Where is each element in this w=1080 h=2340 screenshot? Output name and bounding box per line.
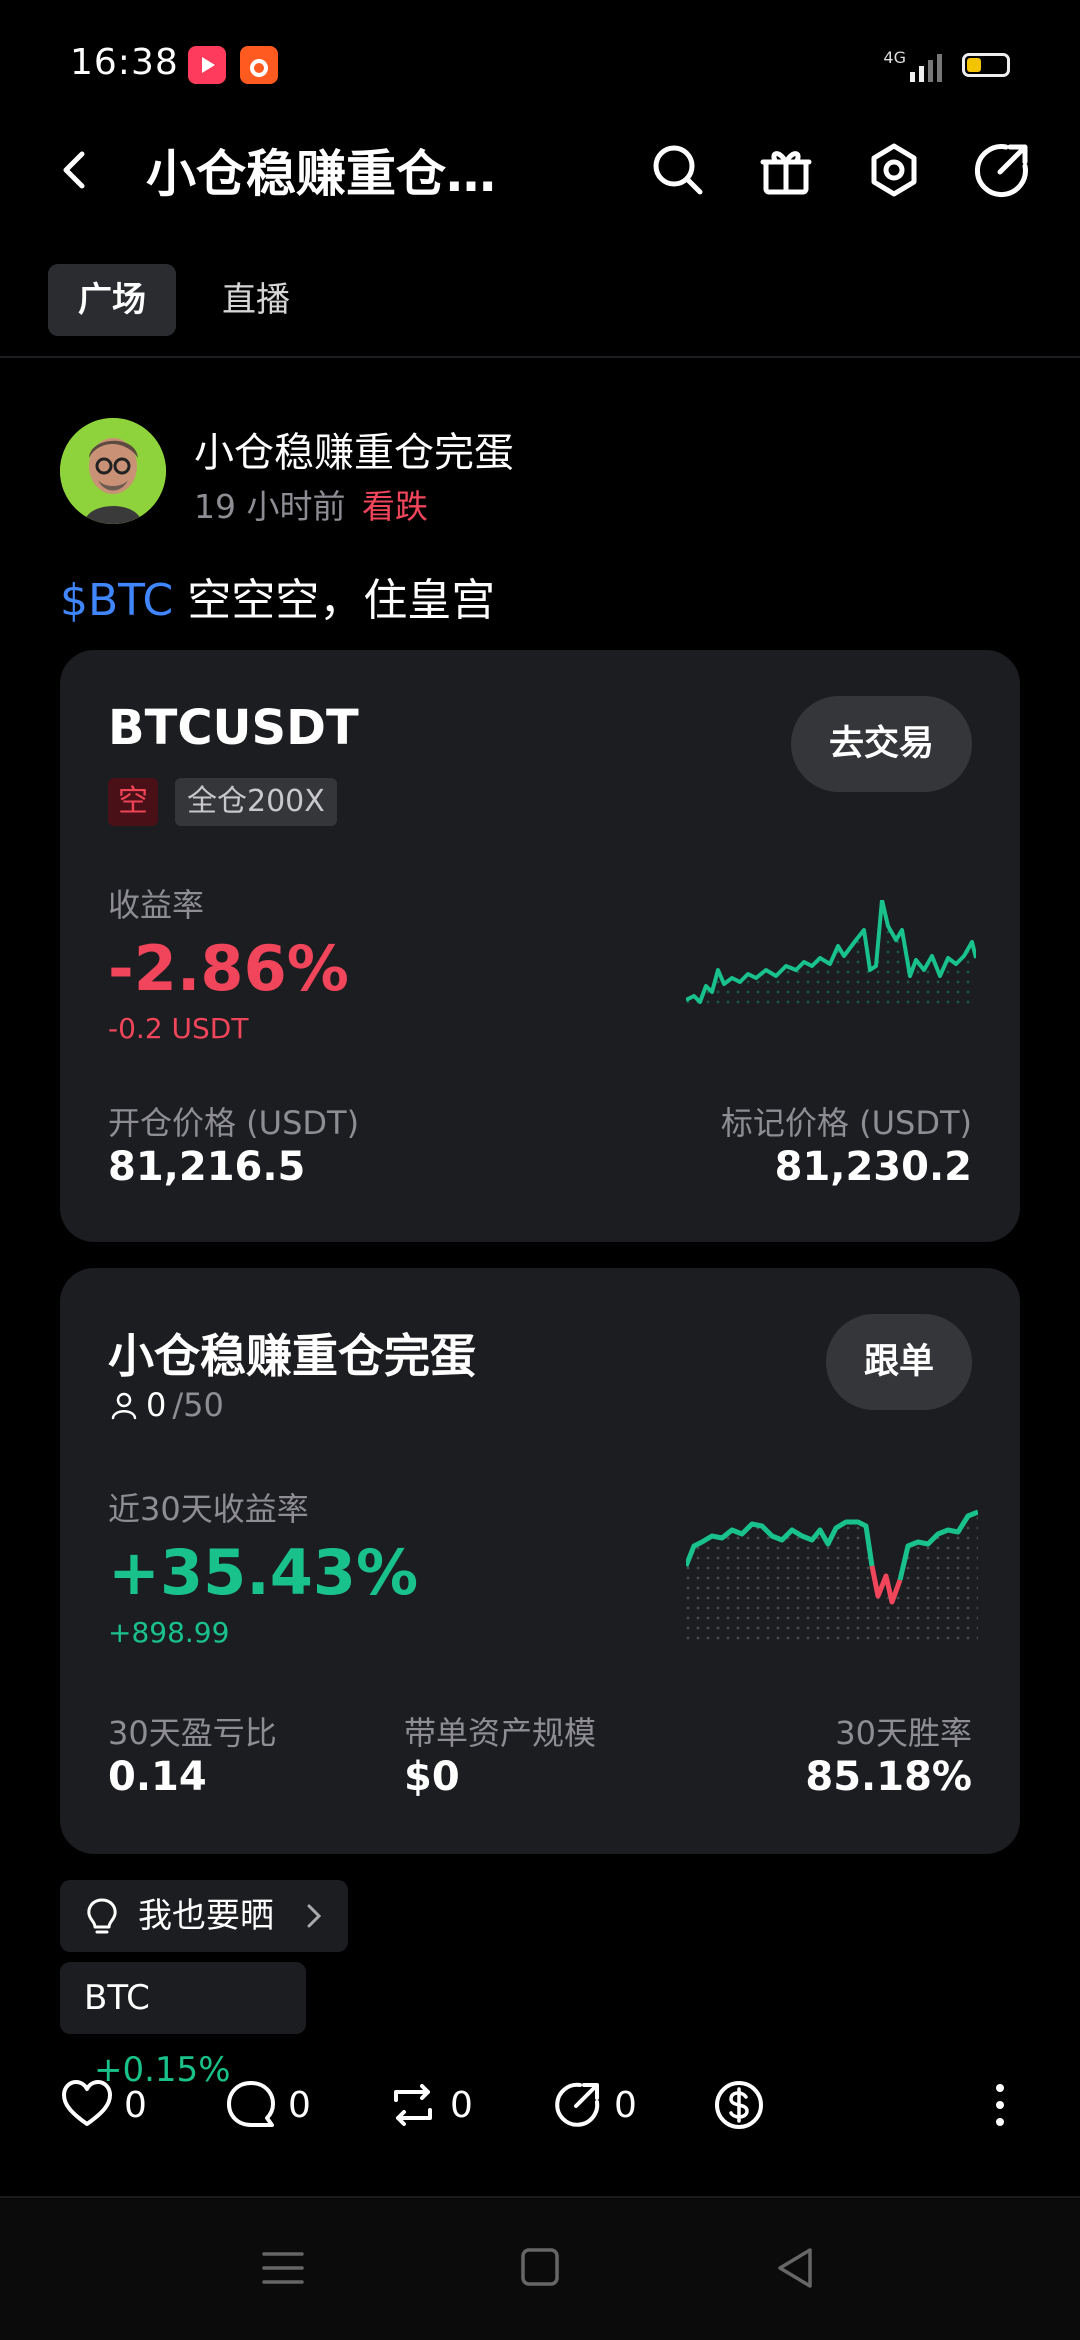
comment-icon: [227, 2081, 275, 2127]
battery-icon: [962, 53, 1010, 77]
page-title: 小仓稳赚重仓…: [146, 145, 496, 203]
ticker-tag-link[interactable]: $BTC: [60, 575, 173, 626]
aum-value: $0: [404, 1754, 460, 1800]
trader-card[interactable]: 小仓稳赚重仓完蛋 0/50 跟单 近30天收益率 +35.43% +898.99…: [60, 1268, 1020, 1854]
search-button[interactable]: [646, 138, 710, 202]
back-triangle-icon[interactable]: [774, 2246, 816, 2290]
like-count: 0: [124, 2084, 147, 2126]
copy-trade-button[interactable]: 跟单: [825, 1314, 972, 1410]
settings-button[interactable]: [862, 138, 926, 202]
repost-button[interactable]: 0: [386, 2070, 473, 2140]
post-actions: 0 0 0 0: [60, 2070, 1020, 2140]
symbol: BTCUSDT: [108, 700, 359, 756]
home-icon[interactable]: [520, 2246, 560, 2288]
followers-current: 0: [146, 1386, 167, 1424]
trade-button[interactable]: 去交易: [790, 696, 972, 792]
open-price-label: 开仓价格 (USDT): [108, 1104, 360, 1142]
avatar[interactable]: [60, 418, 166, 524]
user-icon: [111, 1392, 137, 1420]
signal-icon: 4G: [883, 48, 942, 82]
repost-count: 0: [450, 2084, 473, 2126]
video-app-icon: [188, 46, 226, 84]
shopping-app-icon: [240, 46, 278, 84]
pnl-value: +898.99: [108, 1616, 230, 1649]
comment-count: 0: [288, 2084, 311, 2126]
like-button[interactable]: 0: [60, 2070, 147, 2140]
roi-label: 近30天收益率: [108, 1490, 309, 1528]
system-nav-bar: [0, 2196, 1080, 2340]
tab-square[interactable]: 广场: [48, 264, 176, 336]
tab-live[interactable]: 直播: [192, 264, 320, 336]
pnl-percent: -2.86%: [108, 932, 349, 1005]
ticker-chip[interactable]: BTC +0.15%: [60, 1962, 306, 2090]
author-name[interactable]: 小仓稳赚重仓完蛋: [194, 420, 514, 478]
repost-icon: [394, 2084, 432, 2126]
side-badge: 空: [108, 778, 158, 826]
more-vertical-icon: [996, 2084, 1004, 2126]
share-icon: [555, 2082, 600, 2127]
chevron-right-icon: [307, 1904, 322, 1928]
lightbulb-icon: [87, 1898, 117, 1934]
winrate-value: 85.18%: [805, 1754, 972, 1800]
roi-value: +35.43%: [108, 1536, 419, 1609]
share-position-button[interactable]: 我也要晒: [60, 1880, 348, 1952]
share-post-button[interactable]: 0: [550, 2070, 637, 2140]
top-bar: 小仓稳赚重仓…: [0, 120, 1080, 220]
settings-icon: [871, 143, 917, 197]
gift-icon: [760, 151, 812, 195]
status-right: 4G: [883, 48, 1010, 82]
dollar-icon: [715, 2081, 763, 2129]
position-card[interactable]: BTCUSDT 空 全仓200X 去交易 收益率 -2.86% -0.2 USD…: [60, 650, 1020, 1242]
trader-name: 小仓稳赚重仓完蛋: [108, 1329, 476, 1383]
ratio-label: 30天盈亏比: [108, 1714, 277, 1752]
mark-price-label: 标记价格 (USDT): [720, 1104, 972, 1142]
price-sparkline: [686, 900, 976, 1010]
heart-icon: [62, 2080, 112, 2126]
share-label: 我也要晒: [138, 1896, 274, 1936]
leverage-badge: 全仓200X: [175, 778, 337, 826]
menu-icon[interactable]: [262, 2248, 304, 2288]
open-price: 81,216.5: [108, 1144, 306, 1190]
tab-bar: 广场 直播: [48, 264, 320, 336]
back-button[interactable]: [48, 142, 104, 198]
winrate-label: 30天胜率: [835, 1714, 972, 1752]
pnl-amount: -0.2 USDT: [108, 1012, 249, 1045]
post-text: $BTC 空空空，住皇宫: [60, 564, 495, 628]
share-button[interactable]: [970, 138, 1034, 202]
ratio-value: 0.14: [108, 1754, 207, 1800]
share-count: 0: [614, 2084, 637, 2126]
status-time: 16:38: [70, 42, 179, 83]
search-icon: [653, 145, 703, 195]
chevron-left-icon: [63, 151, 85, 189]
comment-button[interactable]: 0: [224, 2070, 311, 2140]
roi-sparkline: [686, 1509, 978, 1640]
status-bar: 16:38 4G: [0, 0, 1080, 130]
followers-count: 0/50: [108, 1386, 224, 1424]
post-time: 19 小时前: [194, 487, 346, 526]
post-header: 小仓稳赚重仓完蛋 19 小时前 看跌: [60, 418, 1020, 528]
network-type: 4G: [883, 48, 906, 67]
gift-button[interactable]: [754, 138, 818, 202]
aum-label: 带单资产规模: [404, 1714, 597, 1752]
pnl-label: 收益率: [108, 886, 205, 924]
followers-max: /50: [172, 1386, 224, 1424]
ticker-name: BTC: [84, 1978, 150, 2018]
divider: [0, 356, 1080, 358]
sentiment-badge: 看跌: [362, 487, 428, 526]
mark-price: 81,230.2: [774, 1144, 972, 1190]
post-body: 空空空，住皇宫: [173, 575, 496, 626]
more-button[interactable]: [990, 2070, 1010, 2140]
share-icon: [974, 144, 1028, 198]
tip-button[interactable]: [712, 2070, 766, 2140]
